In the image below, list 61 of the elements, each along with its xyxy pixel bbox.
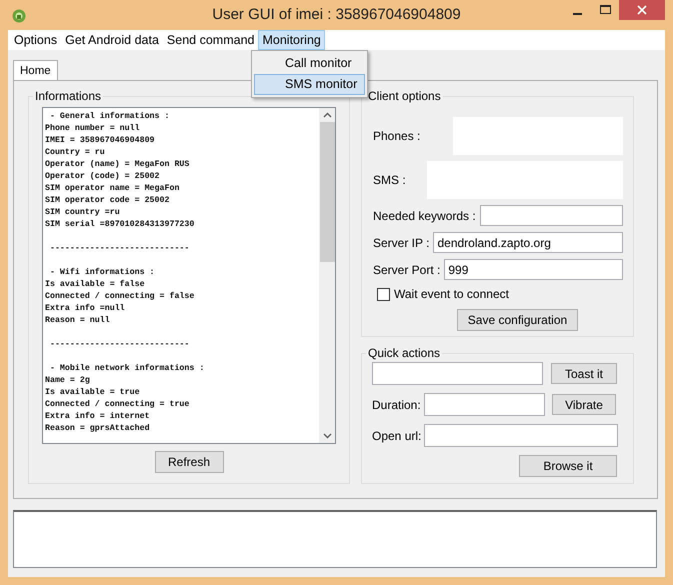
menu-item[interactable]: Options bbox=[10, 30, 62, 50]
input-field[interactable] bbox=[424, 393, 545, 416]
maximize-icon bbox=[600, 5, 610, 15]
field-label: Server Port : bbox=[373, 262, 440, 278]
close-icon bbox=[637, 5, 647, 15]
window-title: User GUI of imei : 358967046904809 bbox=[212, 5, 461, 25]
text-line: Country = ru bbox=[45, 147, 106, 159]
text-line: Is available = true bbox=[45, 387, 141, 399]
group-title: Informations bbox=[34, 89, 102, 103]
text-line: IMEI = 358967046904809 bbox=[45, 135, 156, 147]
text-line: Is available = false bbox=[45, 279, 146, 291]
scrollbar[interactable] bbox=[319, 108, 335, 443]
field-label: Server IP : bbox=[373, 234, 430, 252]
text-line: - Mobile network informations : bbox=[48, 363, 206, 375]
text-line: ---------------------------- bbox=[48, 339, 190, 351]
text-line: Connected / connecting = true bbox=[45, 399, 190, 411]
browse-button[interactable]: Browse it bbox=[519, 455, 617, 477]
text-line: ---------------------------- bbox=[48, 243, 190, 255]
refresh-button[interactable]: Refresh bbox=[154, 451, 224, 473]
text-line: Extra info = internet bbox=[45, 411, 151, 423]
action-button[interactable]: Vibrate bbox=[552, 394, 616, 415]
text-line: - Wifi informations : bbox=[48, 267, 156, 279]
text-line: Connected / connecting = false bbox=[45, 291, 196, 303]
input-field[interactable] bbox=[424, 424, 618, 447]
text-line: Name = 2g bbox=[45, 375, 91, 387]
tab[interactable]: Home bbox=[13, 60, 58, 80]
field-label: Open url: bbox=[372, 428, 422, 444]
checkbox[interactable] bbox=[377, 288, 390, 300]
close-button[interactable] bbox=[619, 0, 665, 20]
checkbox-label: Wait event to connect bbox=[394, 286, 509, 303]
text-line: SIM operator name = MegaFon bbox=[45, 183, 180, 195]
scroll-thumb[interactable] bbox=[320, 122, 334, 262]
text-line: Operator (code) = 25002 bbox=[45, 171, 161, 183]
text-line: Operator (name) = MegaFon RUS bbox=[45, 159, 190, 171]
dropdown-item[interactable]: SMS monitor bbox=[254, 74, 365, 95]
text-line: SIM serial =897010284313977230 bbox=[45, 219, 196, 231]
text-line: - General informations : bbox=[48, 111, 170, 123]
field-label: Needed keywords : bbox=[373, 208, 476, 224]
field-label: SMS : bbox=[373, 172, 406, 189]
action-button[interactable]: Toast it bbox=[551, 363, 617, 384]
input-field[interactable] bbox=[372, 362, 543, 385]
text-line: Reason = gprsAttached bbox=[45, 423, 151, 435]
text-line: Phone number = null bbox=[45, 123, 141, 135]
field-label: Phones : bbox=[373, 128, 420, 145]
app-icon bbox=[12, 9, 26, 23]
text-line: SIM operator code = 25002 bbox=[45, 195, 170, 207]
text-line: Reason = null bbox=[45, 315, 111, 327]
menu-item[interactable]: Send command bbox=[162, 30, 258, 50]
menu-item[interactable]: Monitoring bbox=[258, 30, 325, 50]
text-line: Extra info =null bbox=[45, 303, 126, 315]
minimize-icon bbox=[572, 13, 582, 15]
save-button[interactable]: Save configuration bbox=[457, 309, 578, 331]
text-line: SIM country =ru bbox=[45, 207, 121, 219]
field-label: Duration: bbox=[372, 396, 422, 414]
dropdown-item[interactable]: Call monitor bbox=[254, 53, 365, 74]
group-title: Client options bbox=[367, 89, 442, 103]
input-field[interactable]: dendroland.zapto.org bbox=[433, 232, 623, 253]
input-field[interactable] bbox=[480, 205, 623, 226]
input-field[interactable]: 999 bbox=[444, 259, 623, 280]
group-title: Quick actions bbox=[367, 346, 442, 360]
menu-item[interactable]: Get Android data bbox=[61, 30, 163, 50]
